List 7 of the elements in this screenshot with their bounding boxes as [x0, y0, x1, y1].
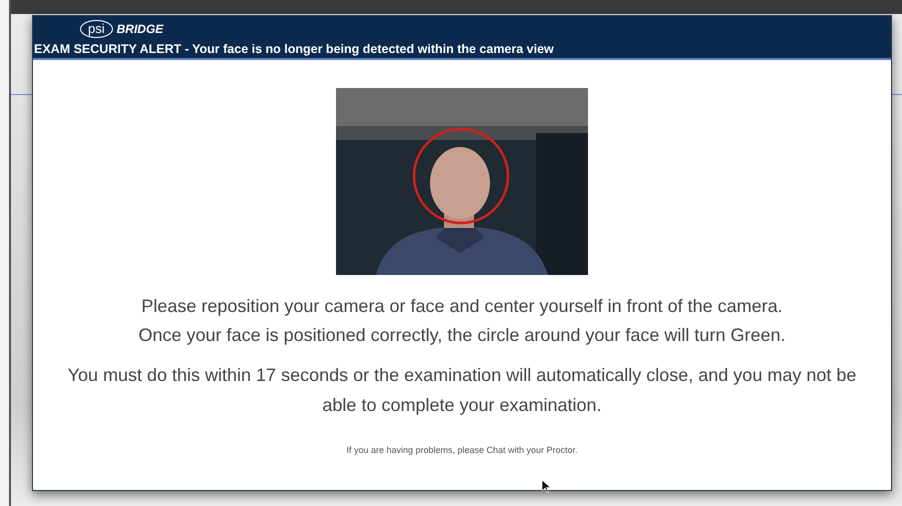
- help-text: If you are having problems, please Chat with your Proctor.: [346, 445, 578, 455]
- instruction-text: Once your face is positioned correctly, the circle around your face will turn Green.: [138, 324, 786, 347]
- warning-text: You must do this within 17 seconds or the examination will automatically close, and you may not be able to complete your examination.: [66, 364, 858, 417]
- logo-mark: psi: [80, 20, 113, 38]
- logo-name: BRIDGE: [116, 22, 164, 36]
- instruction-text: Please reposition your camera or face and center yourself in front of the camera.: [141, 295, 783, 318]
- dialog-title: EXAM SECURITY ALERT - Your face is no longer being detected within the camera view: [34, 42, 555, 56]
